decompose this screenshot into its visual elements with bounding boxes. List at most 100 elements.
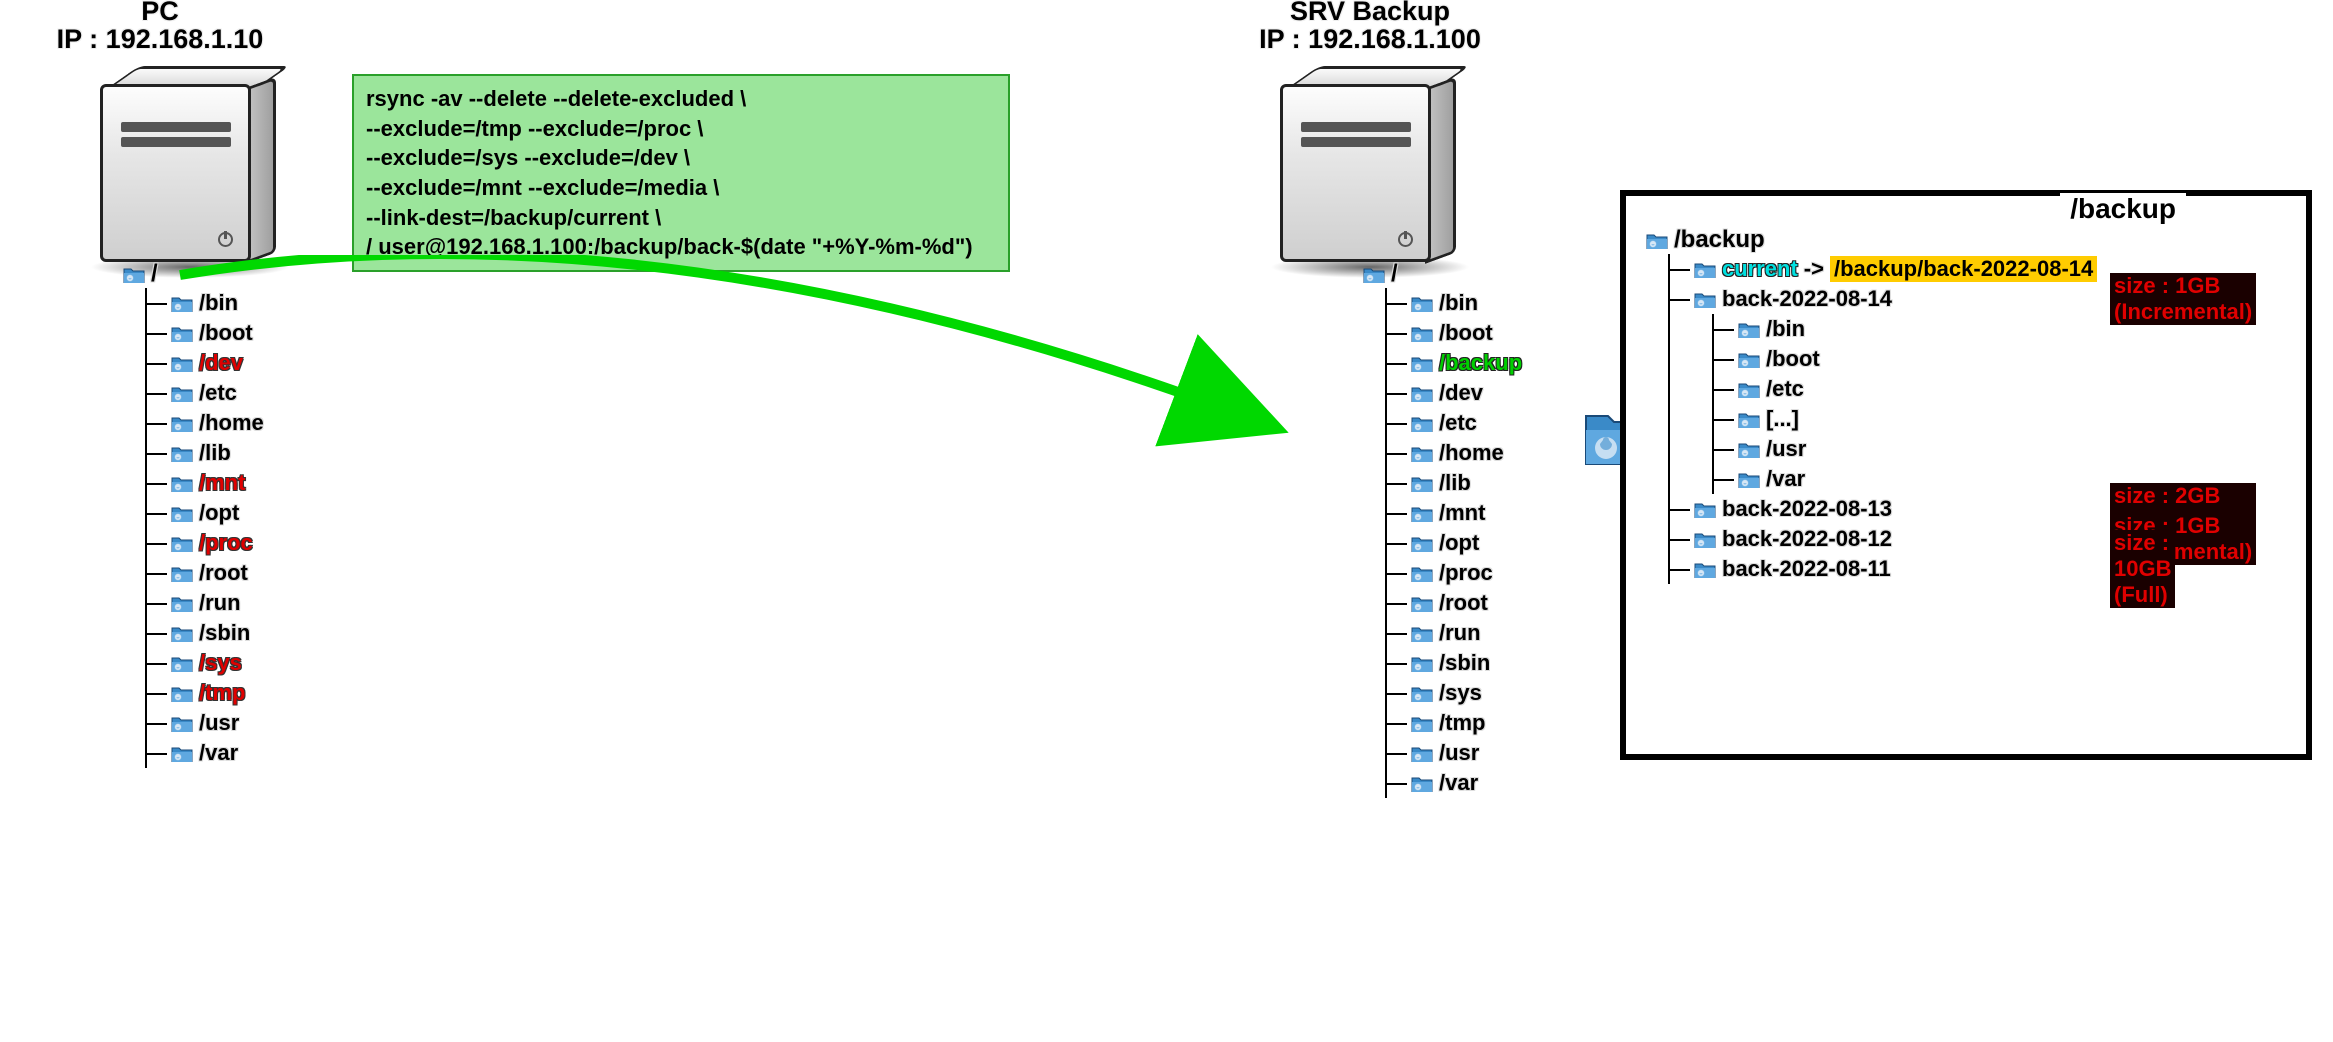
fs-dir: /var bbox=[1714, 464, 2097, 494]
dir-label: /boot bbox=[1439, 320, 1493, 346]
fs-dir: /mnt bbox=[147, 468, 264, 498]
dir-label: /boot bbox=[1766, 346, 1820, 372]
dir-label: /sbin bbox=[1439, 650, 1490, 676]
folder-icon bbox=[1411, 294, 1433, 312]
folder-icon bbox=[171, 324, 193, 342]
folder-icon bbox=[1411, 414, 1433, 432]
dir-label: [...] bbox=[1766, 406, 1799, 432]
panel-title: /backup bbox=[2060, 193, 2186, 225]
folder-icon bbox=[1411, 654, 1433, 672]
folder-icon bbox=[1411, 744, 1433, 762]
fs-dir: [...] bbox=[1714, 404, 2097, 434]
backup-snapshot: back-2022-08-14 size : 1GB (Incremental) bbox=[1670, 284, 2097, 314]
snapshot-name: back-2022-08-13 bbox=[1722, 496, 1892, 522]
fs-dir: /proc bbox=[147, 528, 264, 558]
folder-icon bbox=[1738, 320, 1760, 338]
folder-icon bbox=[1411, 684, 1433, 702]
dir-label: /var bbox=[199, 740, 238, 766]
folder-icon bbox=[171, 384, 193, 402]
fs-dir: /boot bbox=[1387, 318, 1522, 348]
dir-label: /lib bbox=[1439, 470, 1471, 496]
fs-dir: /boot bbox=[1714, 344, 2097, 374]
dir-label: /usr bbox=[1439, 740, 1479, 766]
folder-icon bbox=[1646, 231, 1668, 249]
dir-label: /sys bbox=[199, 650, 242, 676]
dir-label: /run bbox=[1439, 620, 1481, 646]
fs-dir: /run bbox=[147, 588, 264, 618]
folder-icon bbox=[1411, 594, 1433, 612]
dir-label: /var bbox=[1766, 466, 1805, 492]
dir-label: /mnt bbox=[1439, 500, 1485, 526]
dir-label: /opt bbox=[199, 500, 239, 526]
dir-label: /etc bbox=[1766, 376, 1804, 402]
folder-icon bbox=[1411, 384, 1433, 402]
pc-icon bbox=[100, 66, 290, 266]
dir-label: /sys bbox=[1439, 680, 1482, 706]
fs-dir: /var bbox=[1387, 768, 1522, 798]
dir-label: /bin bbox=[1439, 290, 1478, 316]
fs-dir: /sbin bbox=[147, 618, 264, 648]
folder-icon bbox=[1694, 560, 1716, 578]
dir-label: /etc bbox=[199, 380, 237, 406]
fs-dir: /var bbox=[147, 738, 264, 768]
backup-current-symlink: current -> /backup/back-2022-08-14 bbox=[1670, 254, 2097, 284]
current-label: current bbox=[1722, 256, 1798, 282]
dir-label: /root bbox=[1439, 590, 1488, 616]
size-badge: size : 1GB (Incremental) bbox=[2110, 273, 2256, 325]
dir-label: /bin bbox=[199, 290, 238, 316]
fs-dir: /dev bbox=[147, 348, 264, 378]
folder-icon bbox=[1411, 624, 1433, 642]
rsync-arrow bbox=[160, 255, 1290, 455]
fs-dir: /bin bbox=[1387, 288, 1522, 318]
folder-icon bbox=[1363, 265, 1385, 283]
folder-icon bbox=[171, 414, 193, 432]
rsync-command-box: rsync -av --delete --delete-excluded \ -… bbox=[352, 74, 1010, 272]
backup-snapshot: back-2022-08-13 size : 2GB (Incremental) bbox=[1670, 494, 2097, 524]
current-target: /backup/back-2022-08-14 bbox=[1830, 256, 2097, 282]
snapshot-name: back-2022-08-11 bbox=[1722, 556, 1891, 582]
folder-icon bbox=[1694, 290, 1716, 308]
folder-icon bbox=[171, 474, 193, 492]
fs-dir: /bin bbox=[147, 288, 264, 318]
dir-label: /proc bbox=[199, 530, 253, 556]
dir-label: /tmp bbox=[199, 680, 245, 706]
fs-dir: /opt bbox=[147, 498, 264, 528]
fs-dir: /proc bbox=[1387, 558, 1522, 588]
folder-icon bbox=[1411, 444, 1433, 462]
backup-snapshot: back-2022-08-12 size : 1GB (Incremental) bbox=[1670, 524, 2097, 554]
folder-icon bbox=[171, 684, 193, 702]
fs-dir: /bin bbox=[1714, 314, 2097, 344]
dir-label: /boot bbox=[199, 320, 253, 346]
fs-dir: /run bbox=[1387, 618, 1522, 648]
fs-dir: /dev bbox=[1387, 378, 1522, 408]
folder-icon bbox=[1411, 564, 1433, 582]
fs-dir: /mnt bbox=[1387, 498, 1522, 528]
pc-fs-tree: / /bin/boot/dev/etc/home/lib/mnt/opt/pro… bbox=[123, 260, 264, 768]
srv-root-label: / bbox=[1391, 260, 1398, 288]
fs-dir: /backup bbox=[1387, 348, 1522, 378]
folder-icon bbox=[1411, 714, 1433, 732]
dir-label: /root bbox=[199, 560, 248, 586]
fs-dir: /root bbox=[1387, 588, 1522, 618]
fs-dir: /tmp bbox=[147, 678, 264, 708]
folder-icon bbox=[171, 744, 193, 762]
srv-title: SRV Backup bbox=[1220, 0, 1520, 27]
pc-title: PC bbox=[30, 0, 290, 27]
dir-label: /home bbox=[1439, 440, 1504, 466]
folder-icon bbox=[1411, 354, 1433, 372]
folder-icon bbox=[171, 564, 193, 582]
folder-icon bbox=[171, 594, 193, 612]
fs-dir: /home bbox=[147, 408, 264, 438]
fs-dir: /home bbox=[1387, 438, 1522, 468]
folder-icon bbox=[1411, 504, 1433, 522]
backup-tree: /backup current -> /backup/back-2022-08-… bbox=[1646, 226, 2097, 584]
dir-label: /usr bbox=[199, 710, 239, 736]
folder-icon bbox=[171, 534, 193, 552]
dir-label: /var bbox=[1439, 770, 1478, 796]
srv-icon bbox=[1280, 66, 1470, 266]
backup-detail-panel: /backup /backup current -> /backup/back-… bbox=[1620, 190, 2312, 760]
fs-dir: /usr bbox=[1387, 738, 1522, 768]
dir-label: /mnt bbox=[199, 470, 245, 496]
fs-dir: /sys bbox=[1387, 678, 1522, 708]
folder-icon bbox=[1694, 530, 1716, 548]
